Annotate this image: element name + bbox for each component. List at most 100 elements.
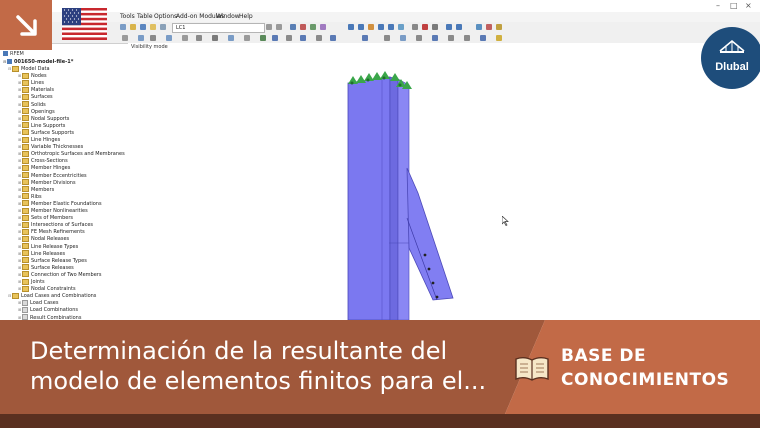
expand-icon[interactable]: ⊞ <box>18 186 21 193</box>
tree-item[interactable]: ⊞ Member Hinges <box>18 164 70 171</box>
tree-item[interactable]: ⊞ Nodal Releases <box>18 235 69 242</box>
tree-item[interactable]: ⊞ Surface Releases <box>18 264 74 271</box>
tree-item[interactable]: ⊞ Nodal Constraints <box>18 285 76 292</box>
collapse-icon[interactable]: ⊟ <box>8 292 11 299</box>
load-case-select[interactable]: LC1 <box>172 23 265 33</box>
expand-icon[interactable]: ⊞ <box>18 101 21 108</box>
line-icon[interactable] <box>138 35 144 41</box>
us-flag-icon[interactable] <box>62 8 107 40</box>
tree-item[interactable]: ⊞ Nodal Supports <box>18 115 69 122</box>
expand-icon[interactable]: ⊞ <box>18 157 21 164</box>
iso-view-icon[interactable] <box>368 24 374 30</box>
menu-options[interactable]: Options <box>154 13 177 20</box>
save-icon[interactable] <box>140 24 146 30</box>
measure-icon[interactable] <box>286 35 292 41</box>
expand-icon[interactable]: ⊞ <box>18 143 21 150</box>
tree-item[interactable]: ⊞ Sets of Members <box>18 214 73 221</box>
menu-table[interactable]: Table <box>137 13 153 20</box>
tree-item[interactable]: ⊞ Line Hinges <box>18 136 60 143</box>
expand-icon[interactable]: ⊞ <box>18 243 21 250</box>
expand-icon[interactable]: ⊞ <box>18 150 21 157</box>
settings-icon[interactable] <box>496 24 502 30</box>
tree-item[interactable]: ⊞ Line Release Types <box>18 243 78 250</box>
prev-icon[interactable] <box>266 24 272 30</box>
tree-item[interactable]: ⊞ Lines <box>18 79 44 86</box>
side-view-icon[interactable] <box>388 24 394 30</box>
tree-item[interactable]: ⊞ Surfaces <box>18 93 53 100</box>
expand-icon[interactable]: ⊞ <box>18 278 21 285</box>
expand-icon[interactable]: ⊞ <box>18 285 21 292</box>
section-icon[interactable] <box>448 35 454 41</box>
expand-icon[interactable]: ⊞ <box>18 257 21 264</box>
expand-icon[interactable]: ⊞ <box>18 228 21 235</box>
layer-icon[interactable] <box>480 35 486 41</box>
tree-item[interactable]: ⊞ Members <box>18 186 54 193</box>
copy-icon[interactable] <box>244 35 250 41</box>
tree-project[interactable]: ⊟ 001650-model-file-1* <box>3 58 73 65</box>
tree-item[interactable]: ⊞ Nodes <box>18 72 47 79</box>
rotate-icon[interactable] <box>412 24 418 30</box>
tree-item[interactable]: ⊞ Intersections of Surfaces <box>18 221 93 228</box>
render-icon[interactable] <box>320 24 326 30</box>
menu-help[interactable]: Help <box>239 13 253 20</box>
expand-icon[interactable]: ⊞ <box>18 235 21 242</box>
view-icon[interactable] <box>310 24 316 30</box>
tree-item[interactable]: ⊞ Member Nonlinearities <box>18 207 88 214</box>
column-flange-front[interactable] <box>347 76 391 321</box>
tree-item[interactable]: ⊞ Cross-Sections <box>18 157 68 164</box>
calculate-icon[interactable] <box>300 24 306 30</box>
next-icon[interactable] <box>276 24 282 30</box>
expand-icon[interactable]: ⊞ <box>18 115 21 122</box>
expand-icon[interactable]: ⊞ <box>18 200 21 207</box>
wire-icon[interactable] <box>400 35 406 41</box>
expand-icon[interactable]: ⊞ <box>18 86 21 93</box>
tree-item[interactable]: ⊞ Line Releases <box>18 250 65 257</box>
expand-icon[interactable]: ⊞ <box>18 122 21 129</box>
expand-icon[interactable]: ⊞ <box>18 108 21 115</box>
expand-icon[interactable]: ⊞ <box>18 250 21 257</box>
tree-item[interactable]: ⊞ Load Cases <box>18 299 58 306</box>
tree-item[interactable]: ⊟ Load Cases and Combinations <box>8 292 96 299</box>
load-icon[interactable] <box>228 35 234 41</box>
menu-tools[interactable]: Tools <box>120 13 135 20</box>
solid-icon[interactable] <box>416 35 422 41</box>
expand-icon[interactable]: ⊞ <box>18 179 21 186</box>
model-viewport[interactable] <box>128 43 760 321</box>
expand-icon[interactable]: ⊞ <box>18 264 21 271</box>
tree-item[interactable]: ⊞ Solids <box>18 101 46 108</box>
snap-icon[interactable] <box>362 35 368 41</box>
expand-icon[interactable]: ⊞ <box>18 93 21 100</box>
filter-icon[interactable] <box>486 24 492 30</box>
dimension-icon[interactable] <box>300 35 306 41</box>
tree-item[interactable]: ⊞ Surface Release Types <box>18 257 87 264</box>
tree-item[interactable]: ⊞ Connection of Two Members <box>18 271 101 278</box>
maximize-button[interactable]: □ <box>730 1 738 10</box>
tree-item[interactable]: ⊞ Orthotropic Surfaces and Membranes <box>18 150 125 157</box>
tree-item[interactable]: ⊞ Joints <box>18 278 45 285</box>
grid-icon[interactable] <box>456 24 462 30</box>
mirror-icon[interactable] <box>260 35 266 41</box>
undo-icon[interactable] <box>160 24 166 30</box>
support-icon[interactable] <box>196 35 202 41</box>
model-graphic[interactable] <box>128 43 760 321</box>
collapse-icon[interactable]: ⊟ <box>8 65 11 72</box>
tree-item[interactable]: ⊞ Ribs <box>18 193 42 200</box>
highlight-icon[interactable] <box>496 35 502 41</box>
member-icon[interactable] <box>182 35 188 41</box>
collapse-icon[interactable]: ⊟ <box>3 58 6 65</box>
top-view-icon[interactable] <box>398 24 404 30</box>
table-icon[interactable] <box>446 24 452 30</box>
expand-icon[interactable]: ⊞ <box>18 207 21 214</box>
expand-icon[interactable]: ⊞ <box>18 271 21 278</box>
surface-icon[interactable] <box>166 35 172 41</box>
expand-icon[interactable]: ⊞ <box>18 136 21 143</box>
open-icon[interactable] <box>130 24 136 30</box>
new-icon[interactable] <box>120 24 126 30</box>
ortho-icon[interactable] <box>384 35 390 41</box>
comment-icon[interactable] <box>316 35 322 41</box>
tool-icon[interactable] <box>432 24 438 30</box>
tree-item[interactable]: ⊞ Materials <box>18 86 54 93</box>
clip-icon[interactable] <box>464 35 470 41</box>
guide-icon[interactable] <box>330 35 336 41</box>
display-icon[interactable] <box>476 24 482 30</box>
